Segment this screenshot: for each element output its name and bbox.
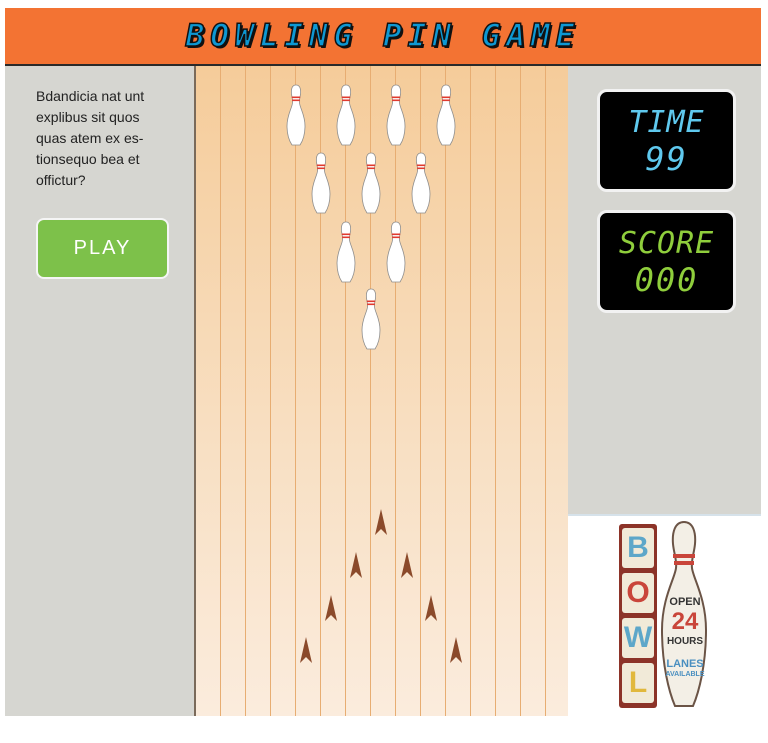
play-button[interactable]: PLAY bbox=[36, 218, 169, 279]
lane-board-line bbox=[445, 66, 446, 716]
lane-board-line bbox=[545, 66, 546, 716]
bowling-pin-icon bbox=[386, 221, 406, 283]
time-label: TIME bbox=[628, 104, 705, 140]
aim-arrow-icon bbox=[450, 637, 462, 663]
score-label: SCORE bbox=[618, 225, 715, 261]
sign-letter-b: B bbox=[622, 528, 654, 568]
sign-24-text: 24 bbox=[671, 608, 699, 635]
time-value: 99 bbox=[645, 139, 688, 178]
lane-board-line bbox=[345, 66, 346, 716]
score-value: 000 bbox=[634, 260, 699, 299]
right-panel: TIME 99 SCORE 000 bbox=[568, 66, 761, 514]
sign-lanes-text: LANES bbox=[666, 658, 704, 670]
lane-board-line bbox=[470, 66, 471, 716]
bowling-pin-icon bbox=[411, 152, 431, 214]
aim-arrow-icon bbox=[401, 552, 413, 578]
bowling-pin-icon bbox=[336, 221, 356, 283]
lane-board-line bbox=[395, 66, 396, 716]
sign-available-text: AVAILABLE bbox=[665, 671, 705, 678]
bowling-lane[interactable] bbox=[194, 66, 568, 716]
bowl-letters-sign: B O W L bbox=[619, 524, 657, 708]
aim-arrow-icon bbox=[325, 595, 337, 621]
lane-board-line bbox=[520, 66, 521, 716]
sign-letter-o: O bbox=[622, 573, 654, 613]
aim-arrow-icon bbox=[350, 552, 362, 578]
aim-arrow-icon bbox=[300, 637, 312, 663]
score-display: SCORE 000 bbox=[597, 210, 736, 313]
bowling-pin-icon bbox=[286, 84, 306, 146]
bowling-pin-icon bbox=[361, 288, 381, 350]
lane-board-line bbox=[270, 66, 271, 716]
aim-arrow-icon bbox=[425, 595, 437, 621]
bowling-pin-icon bbox=[336, 84, 356, 146]
sign-hours-text: HOURS bbox=[666, 636, 704, 647]
lane-board-line bbox=[220, 66, 221, 716]
lane-board-line bbox=[245, 66, 246, 716]
game-title: BOWLING PIN GAME bbox=[185, 17, 581, 55]
left-panel: Bdandicia nat unt explibus sit quos quas… bbox=[5, 66, 194, 716]
bowl-sign: B O W L OPEN 24 HOURS LANES AVAILABLE bbox=[568, 514, 761, 718]
time-display: TIME 99 bbox=[597, 89, 736, 192]
sign-letter-l: L bbox=[622, 663, 654, 703]
bowling-pin-icon bbox=[311, 152, 331, 214]
bowling-pin-icon bbox=[436, 84, 456, 146]
sign-open-text: OPEN bbox=[669, 596, 701, 608]
game-header: BOWLING PIN GAME bbox=[5, 8, 761, 66]
bowling-pin-icon bbox=[361, 152, 381, 214]
instructions-text: Bdandicia nat unt explibus sit quos quas… bbox=[36, 88, 145, 188]
sign-letter-w: W bbox=[622, 618, 654, 658]
aim-arrow-icon bbox=[375, 509, 387, 535]
lane-board-line bbox=[295, 66, 296, 716]
lane-board-line bbox=[495, 66, 496, 716]
bowling-pin-icon bbox=[386, 84, 406, 146]
